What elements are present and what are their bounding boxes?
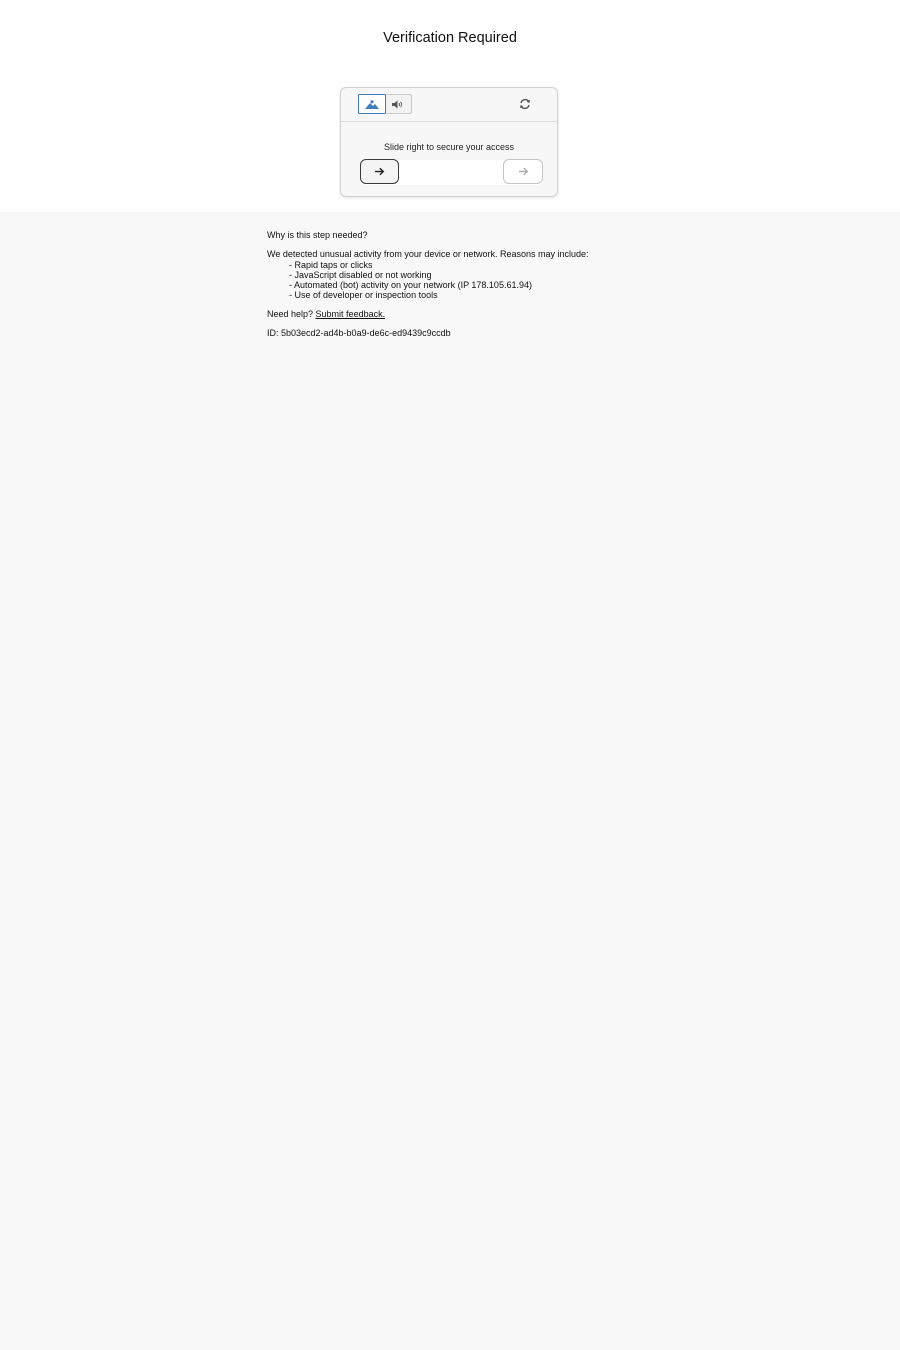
arrow-right-icon	[518, 167, 528, 176]
refresh-icon	[520, 98, 530, 110]
list-item: - Rapid taps or clicks	[289, 259, 373, 270]
help-line: Need help? Submit feedback.	[267, 309, 589, 319]
audio-mode-button[interactable]	[386, 95, 410, 113]
list-item: - Automated (bot) activity on your netwo…	[289, 280, 532, 291]
info-section: Why is this step needed? We detected unu…	[267, 230, 589, 338]
page-title: Verification Required	[383, 30, 517, 46]
list-item: - Use of developer or inspection tools	[289, 290, 438, 301]
image-icon	[365, 99, 379, 109]
why-heading: Why is this step needed?	[267, 230, 368, 240]
image-mode-button[interactable]	[358, 94, 386, 114]
captcha-header	[341, 88, 557, 122]
submit-feedback-link[interactable]: Submit feedback.	[316, 309, 386, 319]
slider-instruction: Slide right to secure your access	[383, 142, 515, 152]
list-item: - JavaScript disabled or not working	[289, 269, 432, 280]
intro-text: We detected unusual activity from your d…	[267, 249, 589, 260]
help-prefix: Need help?	[267, 308, 316, 319]
request-id: ID: 5b03ecd2-ad4b-b0a9-de6c-ed9439c9ccdb	[267, 328, 451, 339]
slider-target	[503, 159, 543, 184]
top-section: Verification Required Slide right to sec…	[0, 0, 900, 212]
reasons-list: - Rapid taps or clicks - JavaScript disa…	[267, 260, 589, 301]
captcha-widget: Slide right to secure your access	[340, 87, 558, 197]
speaker-icon	[392, 100, 402, 108]
refresh-button[interactable]	[518, 97, 532, 111]
arrow-right-icon	[375, 167, 385, 176]
slider-handle[interactable]	[360, 159, 399, 184]
captcha-mode-toggle	[358, 94, 412, 114]
